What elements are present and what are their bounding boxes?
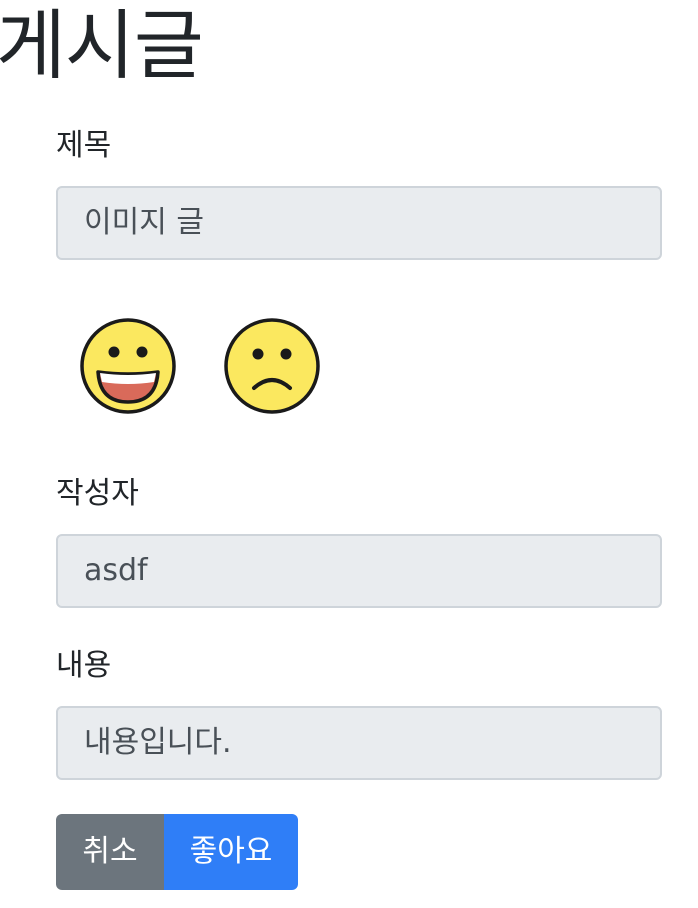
cancel-button[interactable]: 취소 [56,814,164,890]
content-field[interactable]: 내용입니다. [56,706,662,780]
title-label: 제목 [56,128,112,163]
author-label: 작성자 [56,476,139,511]
page-title: 게시글 [0,1,204,90]
author-field[interactable]: asdf [56,534,662,608]
like-button[interactable]: 좋아요 [164,814,298,890]
content-label: 내용 [56,648,112,683]
title-field[interactable]: 이미지 글 [56,186,662,260]
grinning-face-icon[interactable] [78,316,178,416]
frowning-face-icon[interactable] [222,316,322,416]
